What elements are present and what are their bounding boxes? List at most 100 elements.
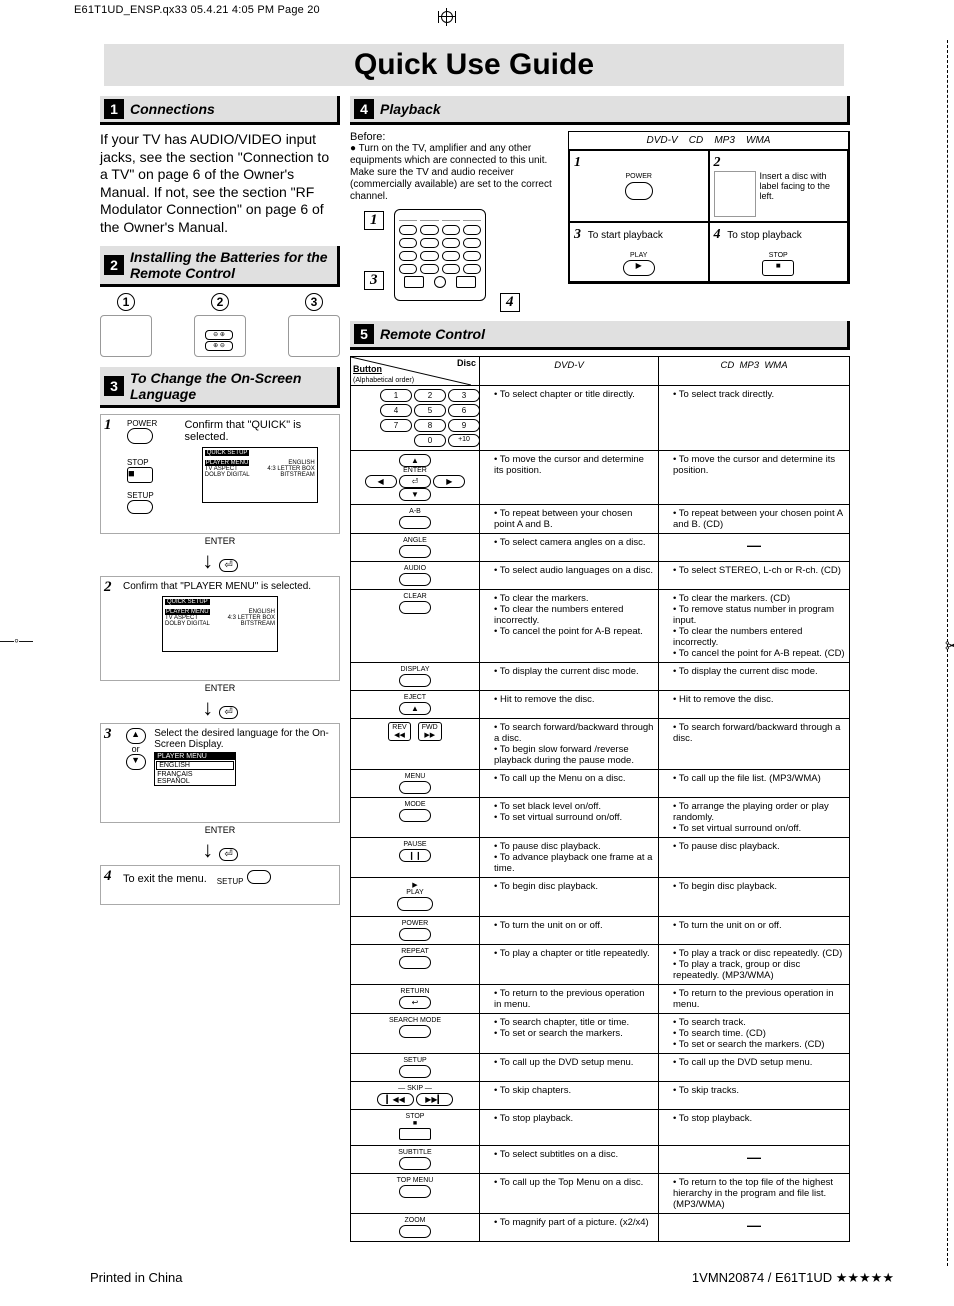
pg-cell-4: 4 To stop playback STOP ■ [709, 222, 849, 282]
left-column: 1 Connections If your TV has AUDIO/VIDEO… [100, 96, 340, 1242]
table-row: AUDIO To select audio languages on a dis… [351, 562, 850, 590]
th-cd: CD MP3 WMA [659, 357, 850, 386]
cd-cell: Hit to remove the disc. [659, 691, 850, 719]
lang-step-3: 3 ▲ or ▼ Select the desired language for… [100, 723, 340, 823]
crop-mark-left: —◦— [0, 632, 33, 648]
dvd-cell: To search forward/backward through a dis… [480, 719, 659, 770]
batt-step-2: 2 [211, 293, 229, 311]
setup-label-1: SETUP [127, 491, 178, 500]
cd-cell: To select STEREO, L-ch or R-ch. (CD) [659, 562, 850, 590]
btn-cell: REPEAT [351, 945, 480, 985]
dvd-cell: To clear the markers.To clear the number… [480, 590, 659, 663]
stop-btn-icon: ■ [127, 467, 153, 483]
quick-screen-2: QUICK SETUP PLAYER MENUENGLISH TV ASPECT… [162, 596, 278, 652]
table-row: SUBTITLE To select subtitles on a disc.— [351, 1146, 850, 1174]
cd-cell: — [659, 534, 850, 562]
enter-label-2: ENTER [100, 683, 340, 693]
pg2-txt: Insert a disc with label facing to the l… [760, 171, 844, 217]
cd-cell: To play a track or disc repeatedly. (CD)… [659, 945, 850, 985]
cd-cell: — [659, 1214, 850, 1242]
rnum-4: 4 [500, 293, 520, 312]
footer-left: Printed in China [90, 1270, 183, 1286]
sec2-title: Installing the Batteries for the Remote … [130, 249, 333, 281]
before-text: ● Turn on the TV, amplifier and any othe… [350, 143, 560, 203]
dvd-cell: To repeat between your chosen point A an… [480, 505, 659, 534]
th-button: Disc Button (Alphabetical order) [351, 357, 480, 386]
stop-label: STOP [127, 458, 178, 467]
footer: Printed in China 1VMN20874 / E61T1UD ★★★… [90, 1270, 894, 1286]
th-dvd: DVD-V [480, 357, 659, 386]
battery-img-2: ⊖ ⊕ ⊕ ⊖ [194, 315, 246, 357]
table-row: TOP MENU To call up the Top Menu on a di… [351, 1174, 850, 1214]
lang-step1-txt: Confirm that "QUICK" is selected. [184, 419, 335, 443]
cd-cell: To display the current disc mode. [659, 663, 850, 691]
table-row: A-B To repeat between your chosen point … [351, 505, 850, 534]
sec5-head: 5 Remote Control [350, 321, 850, 350]
cd-cell: To return to the previous operation in m… [659, 985, 850, 1014]
btn-cell: RETURN↩ [351, 985, 480, 1014]
cd-cell: — [659, 1146, 850, 1174]
remote-outline [394, 209, 486, 301]
btn-cell: MODE [351, 798, 480, 838]
pg1-power-label: POWER [574, 173, 704, 180]
dvd-cell: Hit to remove the disc. [480, 691, 659, 719]
setup-btn-icon-1 [127, 500, 153, 514]
sec4-num: 4 [354, 99, 374, 119]
dvd-cell: To play a chapter or title repeatedly. [480, 945, 659, 985]
lang-step-4: 4 To exit the menu. SETUP [100, 865, 340, 905]
page: E61T1UD_ENSP.qx33 05.4.21 4:05 PM Page 2… [0, 0, 954, 1306]
down-arrow-1: ↓ ⏎ [100, 548, 340, 574]
btn-cell: DISPLAY [351, 663, 480, 691]
btn-cell: PAUSE❙❙ [351, 838, 480, 878]
table-row: STOP■To stop playback.To stop playback. [351, 1110, 850, 1146]
sec2-num: 2 [104, 255, 124, 275]
btn-cell: A-B [351, 505, 480, 534]
lang-step3-num: 3 [104, 726, 112, 743]
btn-cell: AUDIO [351, 562, 480, 590]
table-row: 1234567890+10To select chapter or title … [351, 386, 850, 451]
lang-step4-num: 4 [104, 868, 112, 885]
btn-cell: ▶PLAY [351, 878, 480, 917]
page-title: Quick Use Guide [104, 48, 844, 82]
btn-cell: POWER [351, 917, 480, 945]
cd-cell: To clear the markers. (CD)To remove stat… [659, 590, 850, 663]
cd-cell: To pause disc playback. [659, 838, 850, 878]
crop-mark-top [436, 8, 458, 24]
disc-row: DVD-V CD MP3 WMA [569, 132, 848, 150]
sec4-head: 4 Playback [350, 96, 850, 125]
lang-step2-txt: Confirm that "PLAYER MENU" is selected. [123, 581, 335, 592]
rnum-3: 3 [364, 271, 384, 290]
sec3-head: 3 To Change the On-Screen Language [100, 367, 340, 408]
pg4-txt: To stop playback [727, 230, 802, 241]
sec3-num: 3 [104, 376, 124, 396]
or-label: or [123, 744, 148, 754]
battery-img-1 [100, 315, 152, 357]
cd-cell: To repeat between your chosen point A an… [659, 505, 850, 534]
btn-cell: ZOOM [351, 1214, 480, 1242]
sec1-num: 1 [104, 99, 124, 119]
cd-cell: To search forward/backward through a dis… [659, 719, 850, 770]
dvd-cell: To display the current disc mode. [480, 663, 659, 691]
quick-screen-1: QUICK SETUP PLAYER MENUENGLISH TV ASPECT… [202, 447, 318, 503]
table-row: ANGLE To select camera angles on a disc.… [351, 534, 850, 562]
enter-label-1: ENTER [100, 536, 340, 546]
sec5-title: Remote Control [380, 326, 485, 342]
sec1-body: If your TV has AUDIO/VIDEO input jacks, … [100, 131, 340, 236]
lang-step1-num: 1 [104, 417, 112, 434]
battery-img-3 [288, 315, 340, 357]
setup-label-2: SETUP [217, 877, 244, 886]
table-row: ZOOM To magnify part of a picture. (x2/x… [351, 1214, 850, 1242]
dvd-cell: To turn the unit on or off. [480, 917, 659, 945]
sec5-num: 5 [354, 324, 374, 344]
cd-cell: To return to the top file of the highest… [659, 1174, 850, 1214]
lang-step4-txt: To exit the menu. [123, 873, 207, 885]
setup-btn-icon-2 [247, 870, 271, 884]
cd-cell: To turn the unit on or off. [659, 917, 850, 945]
cd-cell: To move the cursor and determine its pos… [659, 451, 850, 505]
btn-cell: ▲ENTER◀ ⏎ ▶▼ [351, 451, 480, 505]
playback-grid: DVD-V CD MP3 WMA 1 POWER 2 [568, 131, 850, 284]
table-row: CLEAR To clear the markers.To clear the … [351, 590, 850, 663]
btn-cell: CLEAR [351, 590, 480, 663]
table-row: SEARCH MODE To search chapter, title or … [351, 1014, 850, 1054]
power-label: POWER [127, 419, 178, 428]
